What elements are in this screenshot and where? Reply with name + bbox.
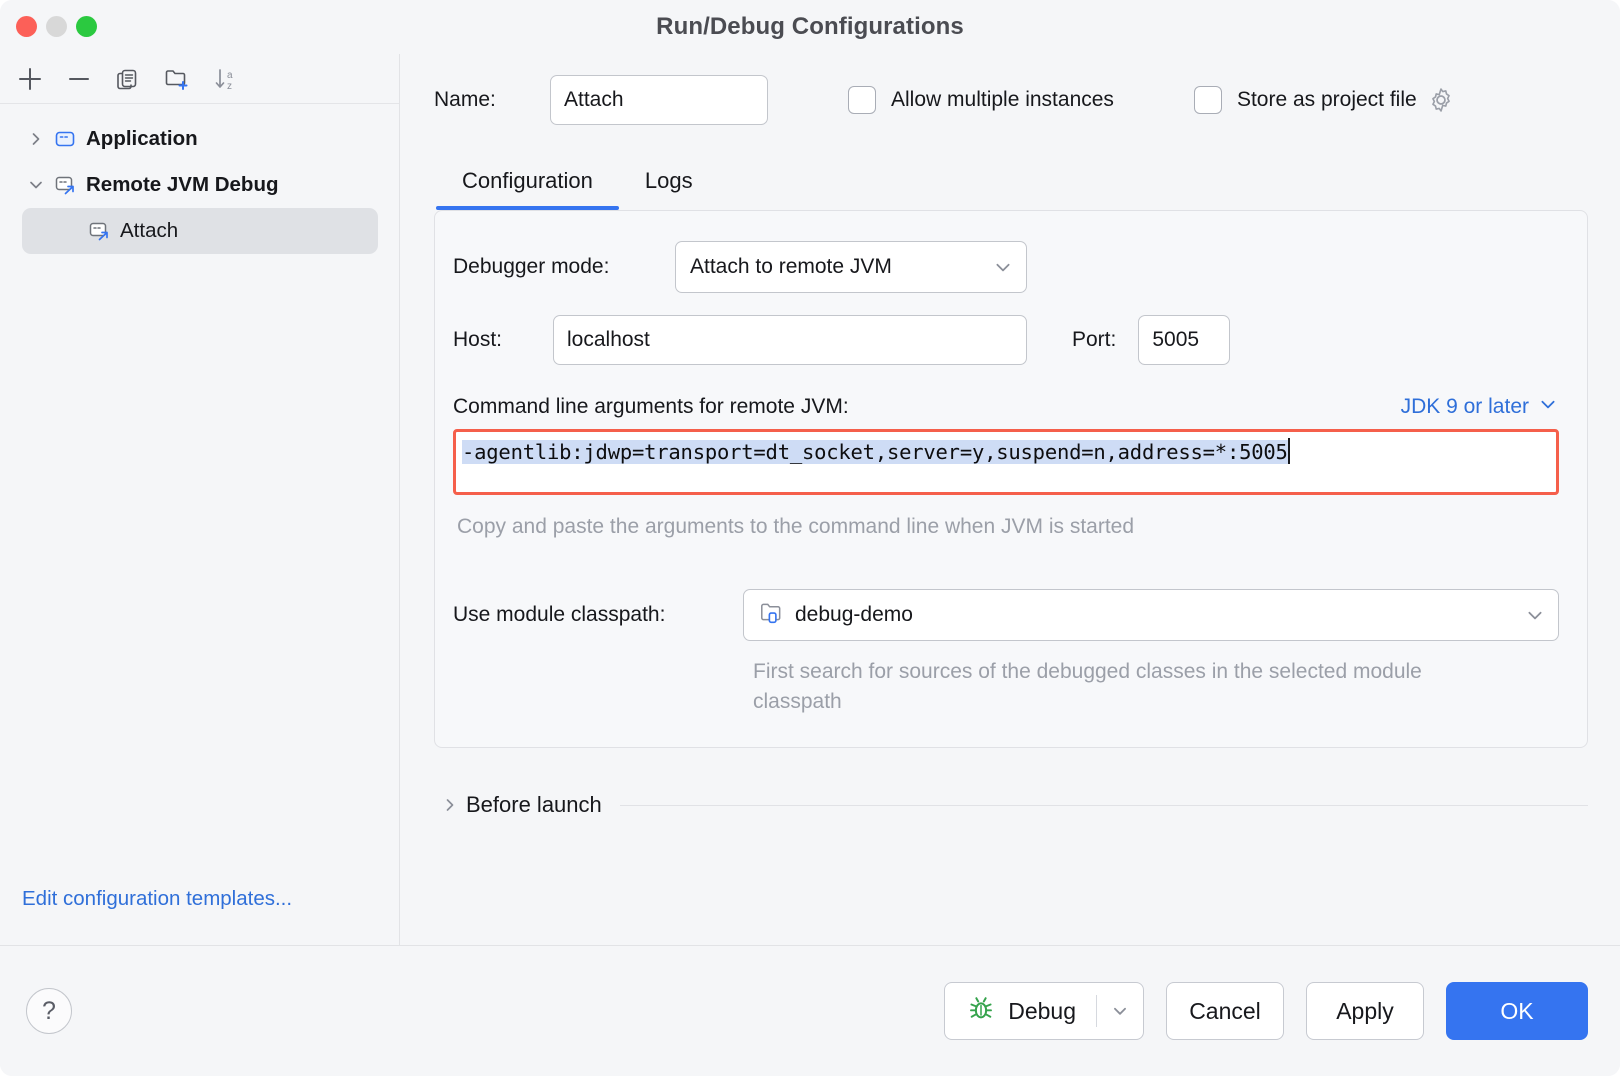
remove-configuration-button[interactable]: [57, 59, 101, 99]
allow-multiple-instances-label: Allow multiple instances: [891, 88, 1114, 112]
before-launch-label: Before launch: [466, 792, 602, 818]
command-line-args-value: -agentlib:jdwp=transport=dt_socket,serve…: [462, 440, 1288, 464]
tree-item-attach[interactable]: Attach: [22, 208, 378, 254]
debugger-mode-row: Debugger mode: Attach to remote JVM: [453, 241, 1559, 293]
chevron-down-icon: [994, 258, 1012, 276]
svg-text:z: z: [227, 81, 232, 92]
chevron-down-icon: [1526, 606, 1544, 624]
store-as-project-file-checkbox[interactable]: [1194, 86, 1222, 114]
module-classpath-select[interactable]: debug-demo: [743, 589, 1559, 641]
minimize-window-button[interactable]: [46, 16, 67, 37]
sort-configurations-button[interactable]: a z: [204, 59, 248, 99]
apply-button[interactable]: Apply: [1306, 982, 1424, 1040]
editor-tabs: Configuration Logs: [434, 146, 1588, 210]
tab-label: Configuration: [462, 168, 593, 193]
configurations-tree: Application Remote JVM Debug: [0, 104, 399, 887]
remote-debug-icon: [50, 173, 80, 197]
port-input[interactable]: 5005: [1138, 315, 1230, 365]
sidebar-footer: Edit configuration templates...: [0, 887, 399, 945]
zoom-window-button[interactable]: [76, 16, 97, 37]
bug-icon: [967, 994, 995, 1028]
tree-item-remote-jvm-debug[interactable]: Remote JVM Debug: [0, 162, 399, 208]
allow-multiple-instances-checkbox[interactable]: [848, 86, 876, 114]
command-line-args-hint: Copy and paste the arguments to the comm…: [453, 515, 1559, 539]
allow-multiple-instances-group[interactable]: Allow multiple instances: [848, 86, 1114, 114]
text-cursor: [1288, 438, 1290, 464]
module-classpath-hint: First search for sources of the debugged…: [753, 657, 1473, 717]
debug-dropdown-arrow[interactable]: [1097, 983, 1143, 1039]
tab-logs[interactable]: Logs: [619, 168, 719, 210]
tree-item-label: Attach: [120, 219, 178, 243]
module-folder-icon: [758, 599, 784, 631]
dialog-body: a z Application: [0, 54, 1620, 945]
run-debug-configurations-dialog: Run/Debug Configurations: [0, 0, 1620, 1076]
run-config-icon: [50, 127, 80, 151]
tree-item-label: Application: [86, 127, 198, 151]
add-configuration-button[interactable]: [8, 59, 52, 99]
jdk-version-value: JDK 9 or later: [1401, 395, 1529, 419]
module-classpath-label: Use module classpath:: [453, 603, 743, 627]
name-row: Name: Attach Allow multiple instances St…: [434, 54, 1588, 146]
host-input[interactable]: localhost: [553, 315, 1027, 365]
module-classpath-value: debug-demo: [795, 603, 913, 627]
host-label: Host:: [453, 328, 553, 352]
command-line-args-header: Command line arguments for remote JVM: J…: [453, 395, 1559, 419]
dialog-footer: ? Debug: [0, 945, 1620, 1076]
debugger-mode-label: Debugger mode:: [453, 255, 675, 279]
ok-button[interactable]: OK: [1446, 982, 1588, 1040]
tree-item-application[interactable]: Application: [0, 116, 399, 162]
debug-button-label: Debug: [1008, 998, 1076, 1025]
chevron-right-icon[interactable]: [22, 131, 50, 147]
name-label: Name:: [434, 88, 550, 112]
command-line-args-label: Command line arguments for remote JVM:: [453, 395, 849, 419]
before-launch-divider: [620, 805, 1588, 806]
title-bar: Run/Debug Configurations: [0, 0, 1620, 54]
help-button[interactable]: ?: [26, 988, 72, 1034]
debug-button[interactable]: Debug: [944, 982, 1144, 1040]
debugger-mode-select[interactable]: Attach to remote JVM: [675, 241, 1027, 293]
tab-configuration[interactable]: Configuration: [436, 168, 619, 210]
new-folder-button[interactable]: [155, 59, 199, 99]
svg-text:a: a: [227, 70, 233, 81]
debugger-mode-value: Attach to remote JVM: [690, 255, 892, 279]
window-controls: [16, 16, 97, 37]
tab-label: Logs: [645, 168, 693, 193]
close-window-button[interactable]: [16, 16, 37, 37]
sidebar-toolbar: a z: [0, 54, 399, 104]
edit-configuration-templates-link[interactable]: Edit configuration templates...: [22, 887, 292, 910]
jdk-version-select[interactable]: JDK 9 or later: [1401, 395, 1557, 419]
module-classpath-row: Use module classpath: debug-demo: [453, 589, 1559, 641]
store-as-project-file-group[interactable]: Store as project file: [1194, 86, 1455, 114]
configuration-editor: Name: Attach Allow multiple instances St…: [400, 54, 1620, 945]
port-label: Port:: [1072, 328, 1116, 352]
configuration-panel: Debugger mode: Attach to remote JVM Host…: [434, 210, 1588, 748]
remote-debug-icon: [84, 219, 114, 243]
command-line-args-field[interactable]: -agentlib:jdwp=transport=dt_socket,serve…: [453, 429, 1559, 495]
configurations-sidebar: a z Application: [0, 54, 400, 945]
chevron-down-icon[interactable]: [22, 177, 50, 193]
copy-configuration-button[interactable]: [106, 59, 150, 99]
gear-icon[interactable]: [1427, 86, 1455, 114]
dialog-title: Run/Debug Configurations: [0, 13, 1620, 41]
before-launch-section[interactable]: Before launch: [434, 792, 1588, 818]
chevron-right-icon[interactable]: [434, 797, 466, 813]
store-as-project-file-label: Store as project file: [1237, 88, 1417, 112]
tree-item-label: Remote JVM Debug: [86, 173, 279, 197]
chevron-down-icon: [1539, 395, 1557, 419]
footer-buttons: Debug Cancel Apply OK: [944, 982, 1588, 1040]
name-input[interactable]: Attach: [550, 75, 768, 125]
cancel-button[interactable]: Cancel: [1166, 982, 1284, 1040]
host-port-row: Host: localhost Port: 5005: [453, 315, 1559, 365]
